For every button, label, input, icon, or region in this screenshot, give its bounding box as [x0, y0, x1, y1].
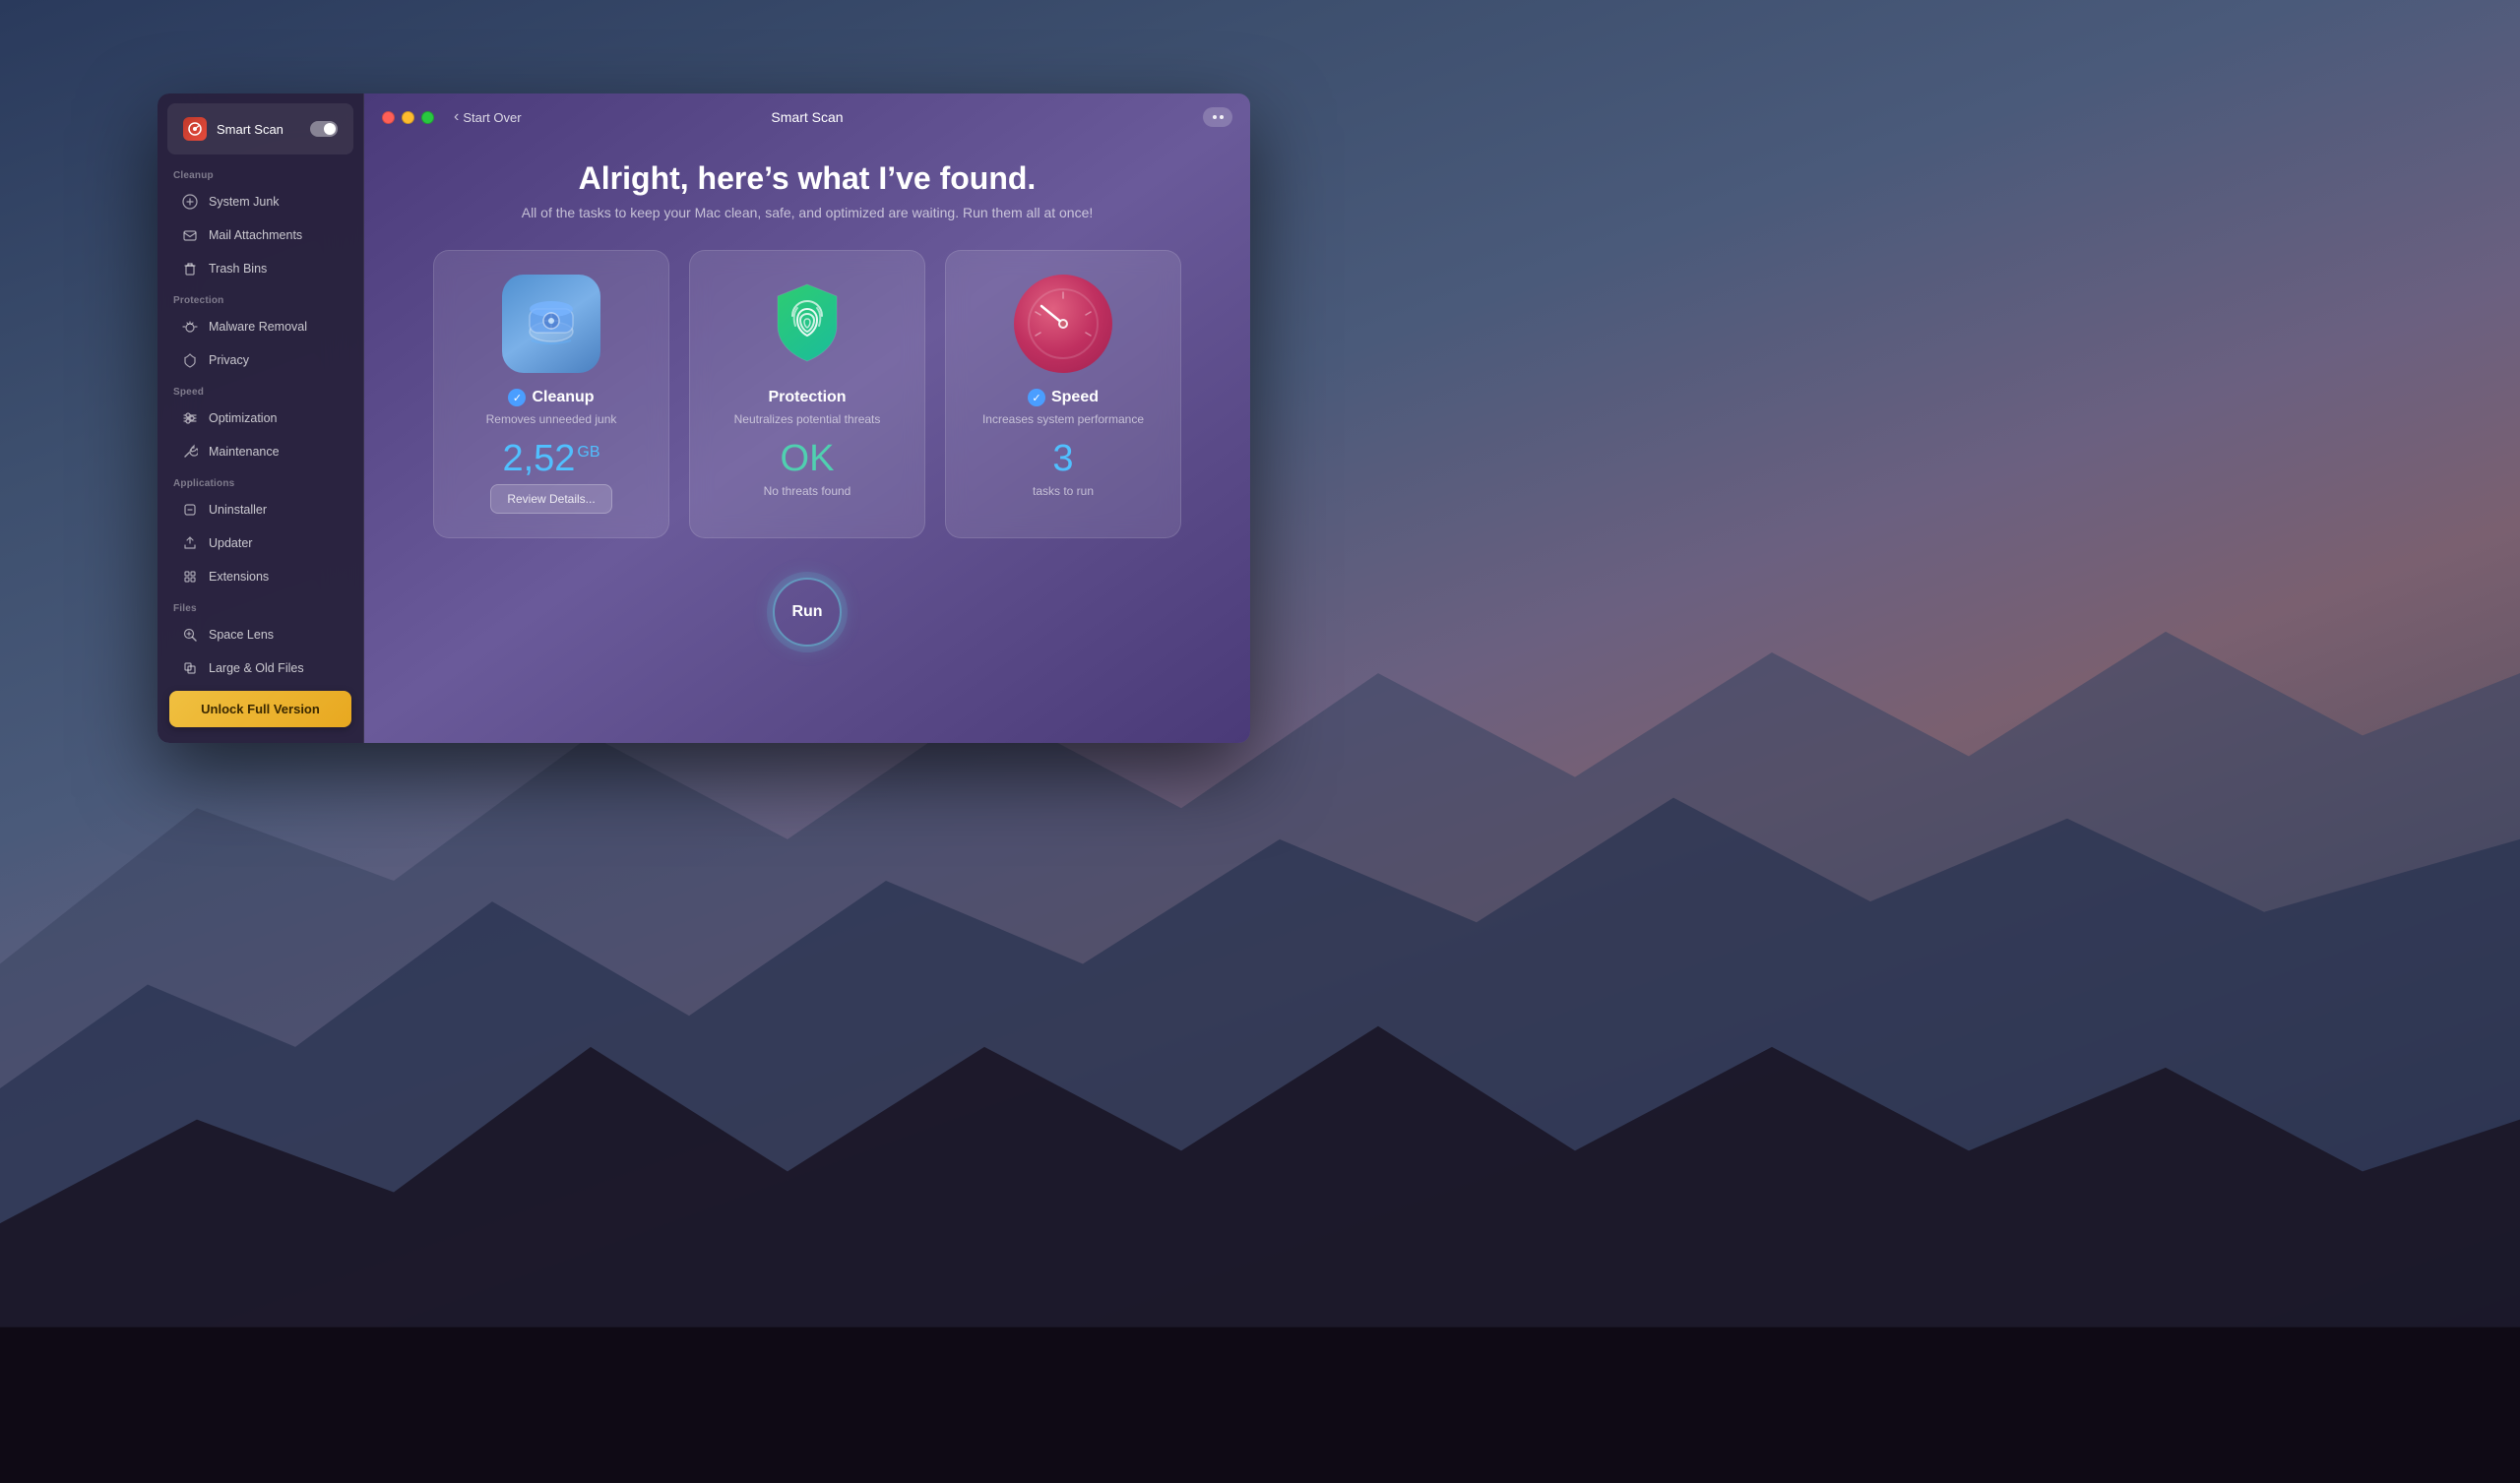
radar-icon — [188, 122, 202, 136]
sidebar-item-privacy[interactable]: Privacy — [165, 344, 355, 376]
cards-row: ✓ Cleanup Removes unneeded junk 2,52GB R… — [404, 250, 1211, 538]
sidebar-item-trash-bins[interactable]: Trash Bins — [165, 253, 355, 284]
shield-fingerprint-icon — [758, 275, 856, 373]
trash-bins-label: Trash Bins — [209, 262, 267, 276]
malware-icon — [181, 318, 199, 336]
cleanup-number: 2,52 — [502, 438, 575, 479]
speed-check-icon: ✓ — [1028, 389, 1045, 406]
sidebar-item-mail-attachments[interactable]: Mail Attachments — [165, 219, 355, 251]
unlock-full-version-button[interactable]: Unlock Full Version — [169, 691, 351, 727]
cleanup-unit: GB — [577, 444, 599, 461]
titlebar: ‹ Start Over Smart Scan — [364, 93, 1250, 141]
main-heading: Alright, here’s what I’ve found. — [579, 160, 1037, 197]
review-details-button[interactable]: Review Details... — [490, 484, 611, 514]
cleanup-check-icon: ✓ — [508, 389, 526, 406]
speed-title: Speed — [1051, 389, 1099, 406]
cleanup-section-label: Cleanup — [158, 160, 363, 185]
sidebar-item-smart-scan[interactable]: Smart Scan — [167, 103, 353, 154]
sidebar-item-uninstaller[interactable]: Uninstaller — [165, 494, 355, 525]
speed-section-label: Speed — [158, 377, 363, 402]
system-junk-icon — [181, 193, 199, 211]
sidebar-item-large-old-files[interactable]: Large & Old Files — [165, 652, 355, 684]
cleanup-card: ✓ Cleanup Removes unneeded junk 2,52GB R… — [433, 250, 669, 538]
sidebar-item-malware-removal[interactable]: Malware Removal — [165, 311, 355, 342]
sidebar-item-updater[interactable]: Updater — [165, 527, 355, 559]
cleanup-card-icon — [502, 275, 600, 373]
run-button-container: Run — [773, 578, 842, 647]
main-subheading: All of the tasks to keep your Mac clean,… — [522, 205, 1094, 220]
files-section-label: Files — [158, 593, 363, 618]
extensions-label: Extensions — [209, 570, 269, 584]
system-junk-label: System Junk — [209, 195, 280, 209]
protection-secondary-label: No threats found — [764, 484, 851, 498]
speed-card-icon — [1014, 275, 1112, 373]
cleanup-title-row: ✓ Cleanup — [508, 389, 594, 406]
content-area: Alright, here’s what I’ve found. All of … — [364, 141, 1250, 743]
large-old-files-label: Large & Old Files — [209, 661, 304, 675]
uninstaller-label: Uninstaller — [209, 503, 267, 517]
smart-scan-toggle[interactable] — [310, 121, 338, 137]
updater-icon — [181, 534, 199, 552]
back-button[interactable]: ‹ Start Over — [454, 108, 522, 126]
cleanup-subtitle: Removes unneeded junk — [486, 412, 617, 426]
trash-icon — [181, 260, 199, 278]
space-lens-label: Space Lens — [209, 628, 274, 642]
app-window: Smart Scan Cleanup System Junk Mail Atta… — [158, 93, 1250, 743]
traffic-lights — [382, 111, 434, 124]
speed-secondary-label: tasks to run — [1033, 484, 1094, 498]
protection-title: Protection — [768, 389, 846, 406]
cleanup-title: Cleanup — [532, 389, 594, 406]
protection-subtitle: Neutralizes potential threats — [734, 412, 881, 426]
privacy-label: Privacy — [209, 353, 249, 367]
sidebar: Smart Scan Cleanup System Junk Mail Atta… — [158, 93, 364, 743]
mail-attachments-label: Mail Attachments — [209, 228, 302, 242]
protection-card: Protection Neutralizes potential threats… — [689, 250, 925, 538]
cleanup-drive-icon — [522, 294, 581, 353]
optimization-label: Optimization — [209, 411, 277, 425]
maintenance-label: Maintenance — [209, 445, 280, 459]
main-content: ‹ Start Over Smart Scan Alright, here’s … — [364, 93, 1250, 743]
updater-label: Updater — [209, 536, 252, 550]
sidebar-item-space-lens[interactable]: Space Lens — [165, 619, 355, 650]
sidebar-item-system-junk[interactable]: System Junk — [165, 186, 355, 217]
maintenance-icon — [181, 443, 199, 461]
more-button[interactable] — [1203, 107, 1232, 127]
smart-scan-label: Smart Scan — [217, 122, 310, 137]
protection-section-label: Protection — [158, 285, 363, 310]
sidebar-item-optimization[interactable]: Optimization — [165, 402, 355, 434]
protection-title-row: Protection — [768, 389, 846, 406]
window-title: Smart Scan — [771, 109, 843, 125]
applications-section-label: Applications — [158, 468, 363, 493]
speed-card: ✓ Speed Increases system performance 3 t… — [945, 250, 1181, 538]
more-dot-2 — [1220, 115, 1224, 119]
smart-scan-app-icon — [183, 117, 207, 141]
extensions-icon — [181, 568, 199, 586]
speedometer-icon — [1024, 284, 1102, 363]
speed-value: 3 — [1052, 438, 1073, 480]
privacy-icon — [181, 351, 199, 369]
cleanup-value: 2,52GB — [502, 438, 599, 480]
sidebar-item-maintenance[interactable]: Maintenance — [165, 436, 355, 467]
speed-subtitle: Increases system performance — [982, 412, 1144, 426]
maximize-button[interactable] — [421, 111, 434, 124]
large-files-icon — [181, 659, 199, 677]
protection-value: OK — [781, 438, 835, 480]
space-lens-icon — [181, 626, 199, 644]
back-label: Start Over — [463, 110, 521, 125]
close-button[interactable] — [382, 111, 395, 124]
run-button[interactable]: Run — [773, 578, 842, 647]
minimize-button[interactable] — [402, 111, 414, 124]
more-dot-1 — [1213, 115, 1217, 119]
mail-icon — [181, 226, 199, 244]
protection-card-icon — [758, 275, 856, 373]
back-chevron-icon: ‹ — [454, 108, 459, 126]
optimization-icon — [181, 409, 199, 427]
sidebar-item-extensions[interactable]: Extensions — [165, 561, 355, 592]
uninstaller-icon — [181, 501, 199, 519]
malware-removal-label: Malware Removal — [209, 320, 307, 334]
speed-title-row: ✓ Speed — [1028, 389, 1099, 406]
